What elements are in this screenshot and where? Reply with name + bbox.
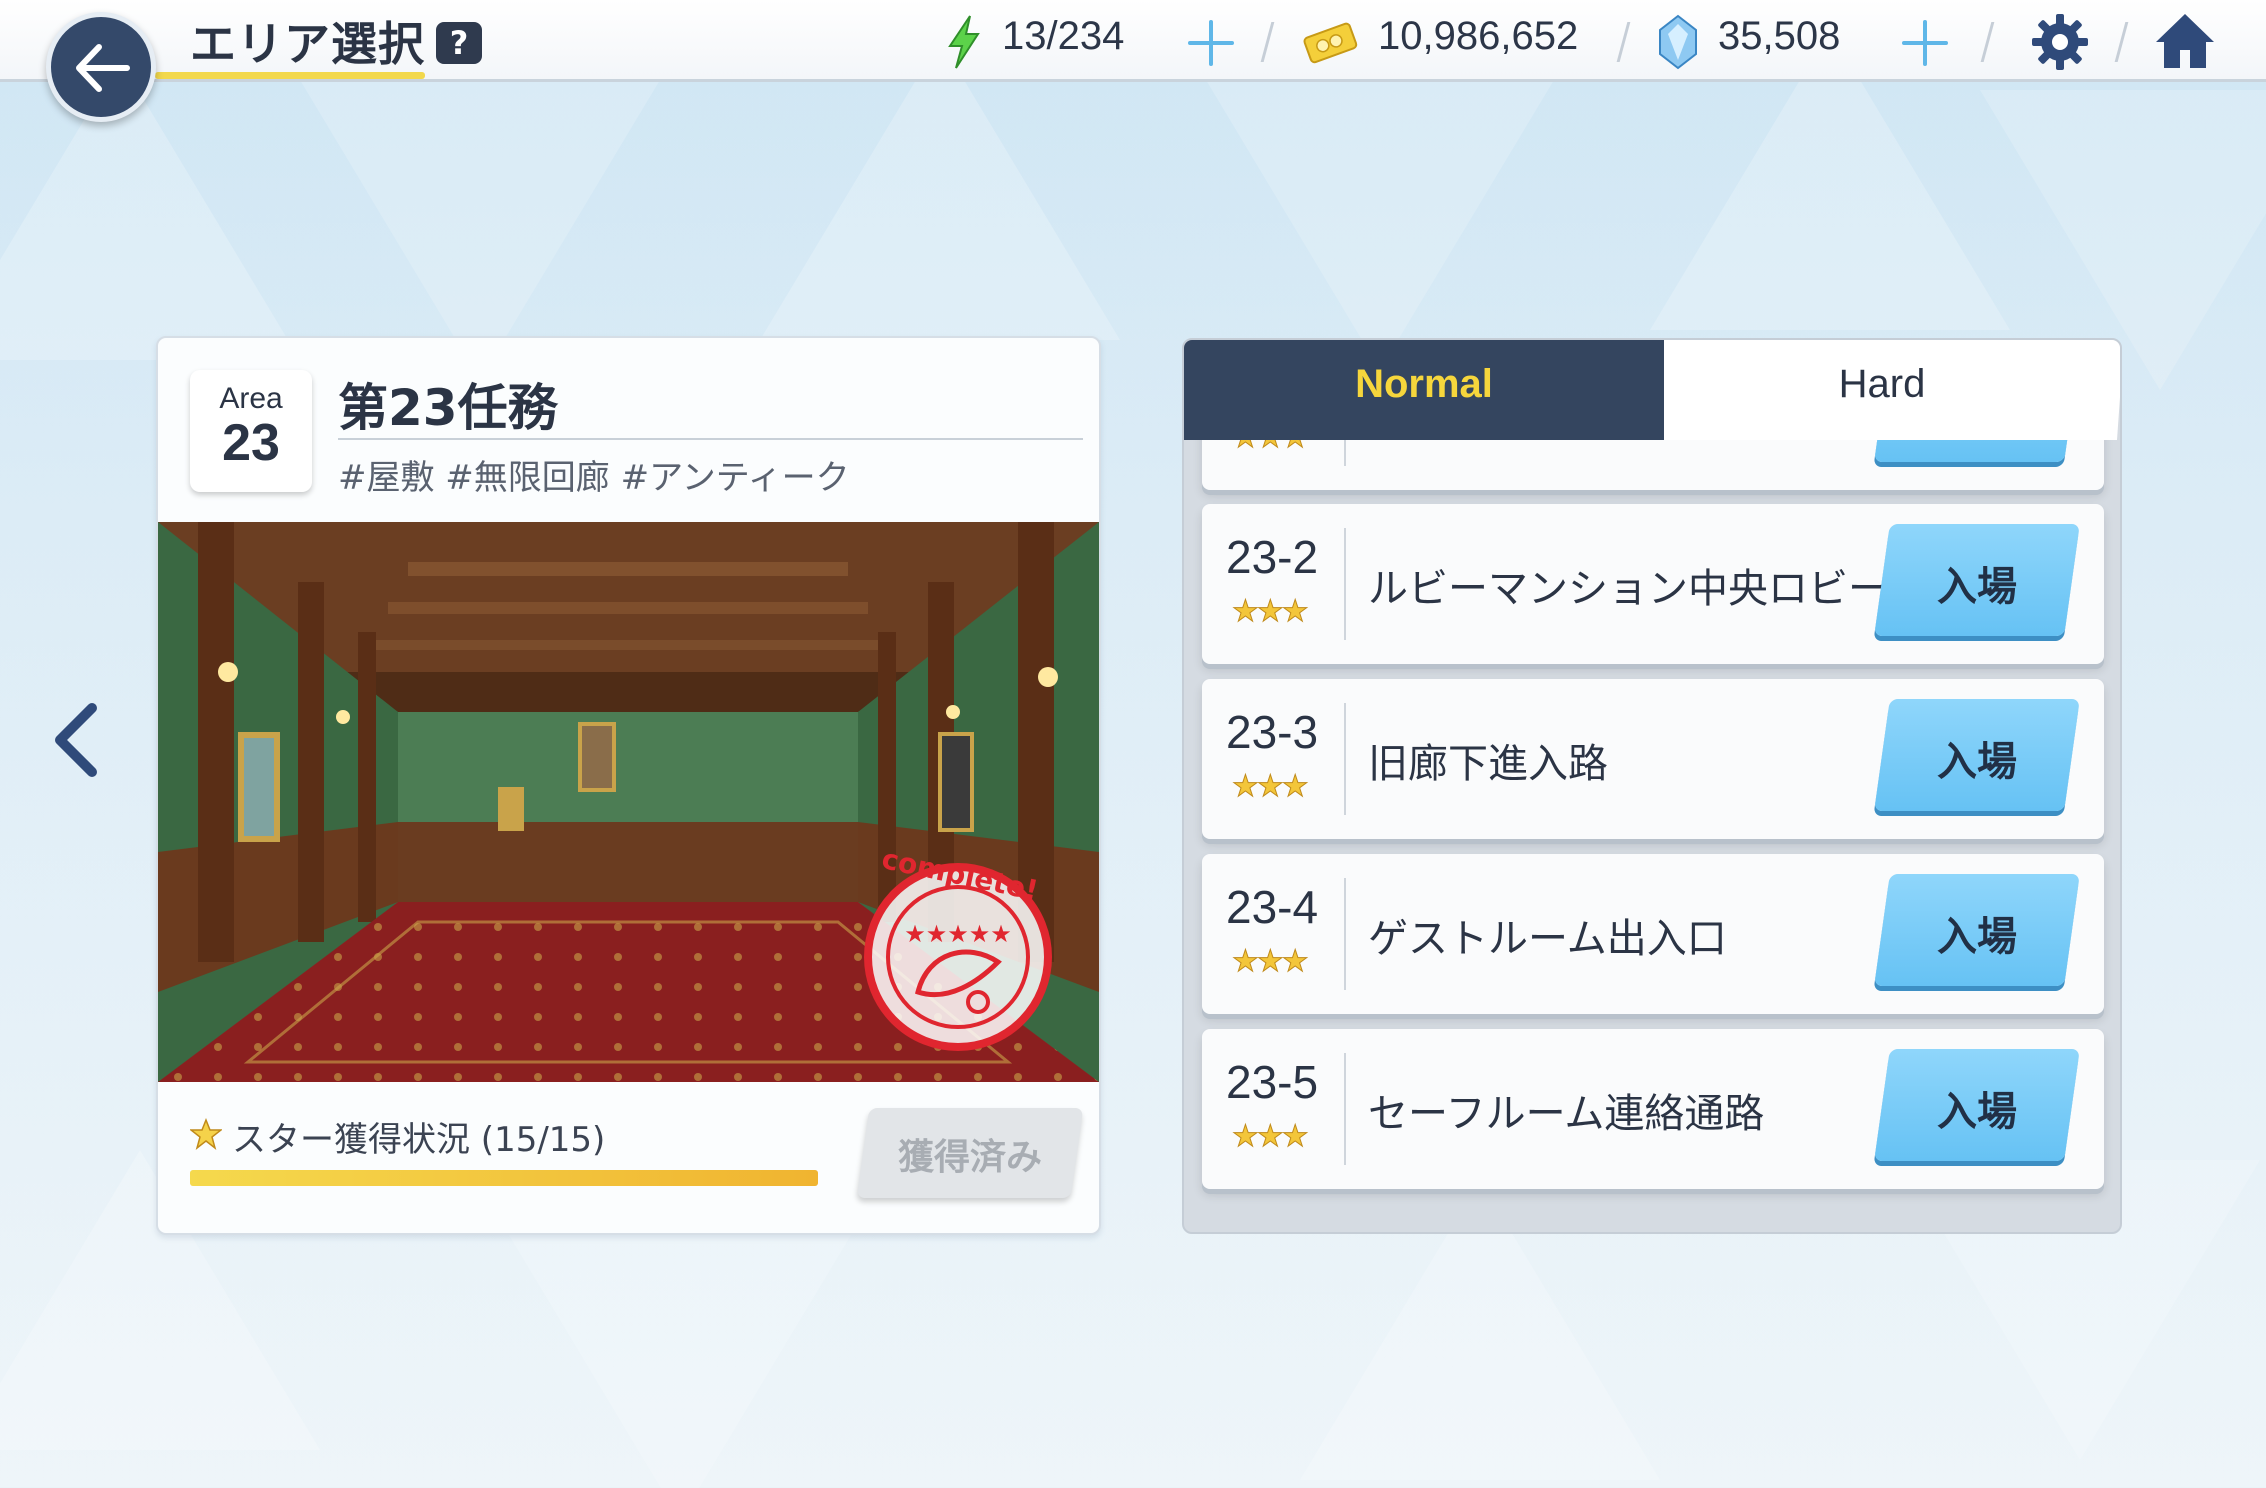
stamina-value: 13/234 (1002, 14, 1125, 58)
gem-icon (1659, 14, 1697, 70)
area-artwork: complete! ★★★★★ (158, 522, 1099, 1082)
quest-stars: ★★★ (1232, 440, 1310, 456)
quest-stars: ★★★ (1232, 1119, 1310, 1155)
area-badge: Area 23 (190, 370, 312, 492)
quest-list[interactable]: ★★★ 23-2 ★★★ ルビーマンション中央ロビー 入場 23-3 ★★★ 旧… (1184, 440, 2120, 1232)
bg-shape (760, 40, 1120, 340)
prev-area-chevron-icon[interactable] (48, 700, 108, 780)
enter-button-label: 入場 (1937, 739, 2017, 785)
tab-hard-label: Hard (1838, 362, 1926, 406)
bg-shape (1200, 70, 1560, 370)
area-name-divider (338, 438, 1083, 440)
enter-button-label: 入場 (1937, 1089, 2017, 1135)
bg-shape (0, 60, 300, 360)
star-status-label: スター獲得状況 (15/15) (232, 1120, 606, 1160)
area-badge-word: Area (219, 382, 283, 415)
title-underline (155, 72, 425, 79)
quest-item[interactable]: 23-2 ★★★ ルビーマンション中央ロビー 入場 (1202, 504, 2104, 664)
quest-item[interactable]: ★★★ (1202, 440, 2104, 490)
enter-button-label: 入場 (1937, 914, 2017, 960)
quest-stars: ★★★ (1232, 944, 1310, 980)
stamina-icon (948, 15, 980, 69)
svg-text:★★★★★: ★★★★★ (904, 920, 1012, 948)
add-stamina-button[interactable] (1186, 18, 1236, 68)
quest-name: 旧廊下進入路 (1368, 741, 1608, 787)
quest-stars: ★★★ (1232, 769, 1310, 805)
area-name: 第23任務 (338, 379, 558, 437)
quest-item[interactable]: 23-3 ★★★ 旧廊下進入路 入場 (1202, 679, 2104, 839)
help-icon[interactable]: ? (436, 22, 482, 64)
bg-shape (300, 80, 660, 380)
divider (1980, 22, 1995, 62)
enter-button[interactable] (1874, 440, 2080, 462)
home-icon[interactable] (2152, 10, 2218, 72)
area-card: Area 23 第23任務 #屋敷 #無限回廊 #アンティーク complete… (156, 336, 1101, 1235)
quest-divider (1344, 703, 1346, 815)
quest-number: 23-3 (1226, 706, 1319, 758)
claimed-button-label: 獲得済み (897, 1137, 1042, 1178)
complete-stamp-icon: complete! ★★★★★ (864, 842, 1052, 1051)
area-tags: #屋敷 #無限回廊 #アンティーク (338, 458, 850, 498)
divider (2114, 22, 2129, 62)
quest-divider (1344, 440, 1346, 466)
quest-item[interactable]: 23-4 ★★★ ゲストルーム出入口 入場 (1202, 854, 2104, 1014)
quest-name: ゲストルーム出入口 (1368, 916, 1727, 962)
bg-shape (500, 1220, 860, 1488)
star-progress-bar (190, 1170, 818, 1186)
add-gems-button[interactable] (1900, 18, 1950, 68)
quest-number: 23-5 (1226, 1056, 1319, 1108)
quest-number: 23-2 (1226, 531, 1319, 583)
quest-panel: Hard Normal ★★★ 23-2 ★★★ ルビーマンション中央ロビー 入… (1182, 338, 2122, 1234)
quest-item[interactable]: 23-5 ★★★ セーフルーム連絡通路 入場 (1202, 1029, 2104, 1189)
quest-number: 23-4 (1226, 881, 1319, 933)
star-icon (190, 1118, 222, 1150)
divider (1260, 22, 1275, 62)
back-button[interactable] (46, 12, 156, 122)
quest-divider (1344, 1053, 1346, 1165)
page-title: エリア選択 (190, 17, 425, 71)
quest-divider (1344, 528, 1346, 640)
gear-icon[interactable] (2030, 12, 2090, 72)
quest-name: ルビーマンション中央ロビー (1368, 566, 1888, 612)
enter-button-label: 入場 (1937, 564, 2017, 610)
divider (1616, 22, 1631, 62)
quest-stars: ★★★ (1232, 594, 1310, 630)
coin-value: 10,986,652 (1378, 14, 1579, 58)
back-arrow-icon (76, 44, 130, 92)
quest-divider (1344, 878, 1346, 990)
star-progress-fill (190, 1170, 818, 1186)
tab-normal-label: Normal (1355, 362, 1493, 406)
gem-value: 35,508 (1718, 14, 1841, 58)
coin-ticket-icon (1303, 22, 1358, 64)
quest-name: セーフルーム連絡通路 (1368, 1091, 1765, 1137)
area-badge-number: 23 (222, 414, 280, 472)
top-bar: エリア選択 ? 13/234 10,986,652 35,508 (0, 0, 2266, 82)
